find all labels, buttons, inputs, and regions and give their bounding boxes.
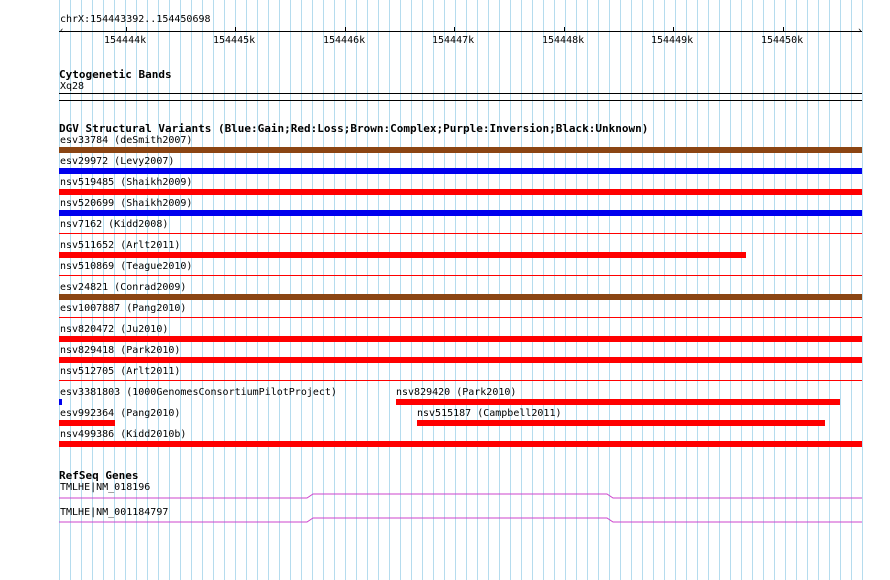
variant-bar-loss[interactable] xyxy=(59,275,862,276)
ruler-tick xyxy=(673,27,674,32)
ruler-tick-label: 154448k xyxy=(542,35,585,46)
variant-bar-loss[interactable] xyxy=(59,252,746,258)
variant-label[interactable]: esv29972 (Levy2007) xyxy=(60,156,174,168)
variant-label[interactable]: nsv512705 (Arlt2011) xyxy=(60,366,180,378)
ruler-tick-label: 154447k xyxy=(432,35,475,46)
variant-label[interactable]: nsv520699 (Shaikh2009) xyxy=(60,198,192,210)
variant-bar-gain[interactable] xyxy=(59,399,62,405)
variant-label[interactable]: nsv519485 (Shaikh2009) xyxy=(60,177,192,189)
ruler-tick xyxy=(454,27,455,32)
gene-model[interactable] xyxy=(59,511,862,523)
variant-bar-loss[interactable] xyxy=(59,420,115,426)
ruler-tick xyxy=(564,27,565,32)
variant-label[interactable]: nsv7162 (Kidd2008) xyxy=(60,219,168,231)
variant-bar-loss[interactable] xyxy=(59,380,862,381)
variant-bar-loss[interactable] xyxy=(59,336,862,342)
ruler-tick-label: 154450k xyxy=(761,35,804,46)
refseq-track-title[interactable]: RefSeq Genes xyxy=(59,469,138,482)
gene-model[interactable] xyxy=(59,490,862,502)
variant-label[interactable]: nsv829420 (Park2010) xyxy=(396,387,516,399)
variant-label[interactable]: esv33784 (deSmith2007) xyxy=(60,135,192,147)
variant-label[interactable]: nsv829418 (Park2010) xyxy=(60,345,180,357)
ruler-tick-label: 154445k xyxy=(213,35,256,46)
variant-label[interactable]: esv992364 (Pang2010) xyxy=(60,408,180,420)
ruler-tick xyxy=(126,27,127,32)
variant-label[interactable]: esv1007887 (Pang2010) xyxy=(60,303,186,315)
variant-bar-complex[interactable] xyxy=(59,147,862,153)
variant-label[interactable]: nsv515187 (Campbell2011) xyxy=(417,408,562,420)
variant-label[interactable]: nsv510869 (Teague2010) xyxy=(60,261,192,273)
dgv-track-title[interactable]: DGV Structural Variants (Blue:Gain;Red:L… xyxy=(59,122,648,135)
variant-label[interactable]: nsv820472 (Ju2010) xyxy=(60,324,168,336)
variant-bar-loss[interactable] xyxy=(59,189,862,195)
variant-bar-gain[interactable] xyxy=(59,168,862,174)
variant-bar-loss[interactable] xyxy=(59,441,862,447)
cytoband-track-title[interactable]: Cytogenetic Bands xyxy=(59,68,172,81)
variant-bar-loss[interactable] xyxy=(59,233,862,234)
variant-bar-loss[interactable] xyxy=(59,357,862,363)
variant-bar-loss[interactable] xyxy=(59,317,862,318)
coordinate-range: chrX:154443392..154450698 xyxy=(60,14,211,25)
ruler-axis xyxy=(59,31,862,32)
ruler-tick xyxy=(345,27,346,32)
scroll-right-arrow[interactable]: › xyxy=(857,27,862,36)
ruler-tick xyxy=(235,27,236,32)
variant-label[interactable]: esv3381803 (1000GenomesConsortiumPilotPr… xyxy=(60,387,337,399)
ruler-tick-label: 154444k xyxy=(104,35,147,46)
scroll-left-arrow[interactable]: ‹ xyxy=(59,27,64,36)
variant-bar-gain[interactable] xyxy=(59,210,862,216)
variant-bar-loss[interactable] xyxy=(396,399,840,405)
variant-label[interactable]: nsv499386 (Kidd2010b) xyxy=(60,429,186,441)
cytoband-outline-bottom[interactable] xyxy=(59,100,862,101)
ruler-tick xyxy=(783,27,784,32)
variant-bar-loss[interactable] xyxy=(417,420,825,426)
variant-bar-complex[interactable] xyxy=(59,294,862,300)
variant-label[interactable]: nsv511652 (Arlt2011) xyxy=(60,240,180,252)
variant-label[interactable]: esv24821 (Conrad2009) xyxy=(60,282,186,294)
ruler-tick-label: 154449k xyxy=(651,35,694,46)
cytoband-label: Xq28 xyxy=(60,81,85,92)
ruler-tick-label: 154446k xyxy=(323,35,366,46)
cytoband-outline-top xyxy=(59,93,862,94)
